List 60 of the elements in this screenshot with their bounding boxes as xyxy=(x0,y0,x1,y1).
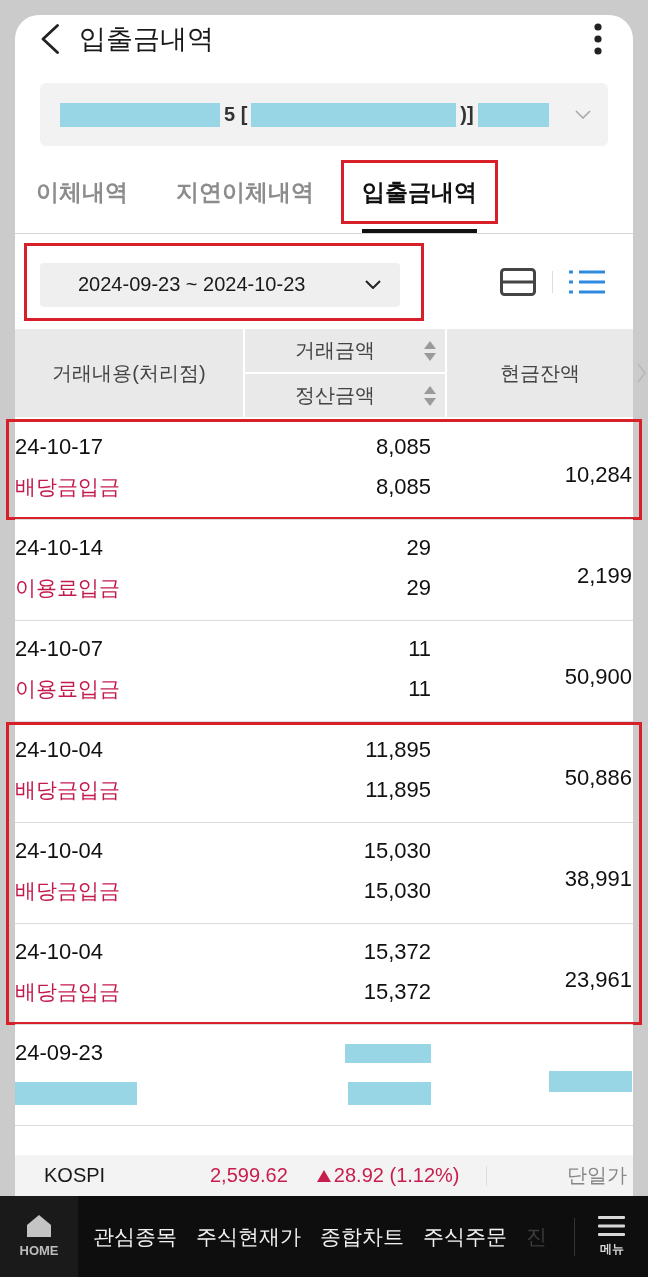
account-selector[interactable]: 5 [ )] xyxy=(40,83,608,146)
menu-icon xyxy=(598,1215,625,1236)
more-icon[interactable] xyxy=(594,23,602,55)
transaction-type: 배당금입금 xyxy=(15,777,121,803)
balance-text: 50,886 xyxy=(564,765,632,791)
split-view-icon[interactable] xyxy=(500,267,536,296)
account-text: )] xyxy=(460,103,474,126)
column-header: 현금잔액 xyxy=(447,329,633,417)
nav-item[interactable]: 관심종목 xyxy=(93,1222,177,1251)
index-change: 28.92 (1.12%) xyxy=(333,1164,460,1187)
transaction-type: 배당금입금 xyxy=(15,474,121,500)
balance-text: 23,961 xyxy=(564,967,632,993)
date-text: 24-09-23 xyxy=(15,1039,105,1067)
date-text: 24-10-04 xyxy=(15,938,105,966)
transaction-type: 이용료입금 xyxy=(15,575,121,601)
amount-text: 11 xyxy=(408,635,431,663)
date-text: 24-10-07 xyxy=(15,635,105,663)
date-text: 24-10-04 xyxy=(15,837,105,865)
nav-item[interactable]: 주식현재가 xyxy=(196,1222,301,1251)
session-text: 단일가 xyxy=(567,1163,627,1188)
settlement-text: 29 xyxy=(406,574,431,602)
settlement-text: 8,085 xyxy=(375,473,431,501)
back-icon[interactable] xyxy=(41,24,59,54)
chevron-down-icon xyxy=(365,280,381,289)
settlement-text: 15,372 xyxy=(363,978,431,1006)
amount-text: 29 xyxy=(406,534,431,562)
menu-button[interactable]: 메뉴 xyxy=(575,1196,648,1277)
list-view-icon[interactable] xyxy=(569,269,605,294)
page-title: 입출금내역 xyxy=(79,23,215,56)
redaction-block xyxy=(477,102,549,127)
date-range-dropdown[interactable]: 2024-09-23 ~ 2024-10-23 xyxy=(40,262,400,307)
balance-text: 2,199 xyxy=(576,563,632,589)
index-value: 2,599.62 xyxy=(210,1164,288,1187)
home-icon xyxy=(27,1215,51,1237)
amount-text: 8,085 xyxy=(375,433,431,461)
home-button[interactable]: HOME xyxy=(0,1196,78,1277)
date-text: 24-10-17 xyxy=(15,433,105,461)
nav-item[interactable]: 주식주문 xyxy=(423,1222,507,1251)
amount-text: 15,372 xyxy=(363,938,431,966)
balance-text: 10,284 xyxy=(564,462,632,488)
settlement-text: 11,895 xyxy=(365,776,431,804)
balance-text: 38,991 xyxy=(564,866,632,892)
account-text: 5 [ xyxy=(224,103,248,126)
amount-text: 11,895 xyxy=(365,736,431,764)
transaction-type: 배당금입금 xyxy=(15,878,121,904)
chevron-down-icon xyxy=(575,110,591,119)
transaction-type: 이용료입금 xyxy=(15,676,121,702)
amount-text: 15,030 xyxy=(363,837,431,865)
market-ticker-bar[interactable]: KOSPI 2,599.62 28.92 (1.12%) 단일가 xyxy=(15,1155,633,1196)
column-header[interactable]: 거래금액 xyxy=(245,329,445,372)
date-text: 24-10-14 xyxy=(15,534,105,562)
balance-text: 50,900 xyxy=(564,664,632,690)
index-name: KOSPI xyxy=(44,1164,107,1187)
date-text: 24-10-04 xyxy=(15,736,105,764)
column-header: 거래내용(처리점) xyxy=(15,329,243,417)
settlement-text: 15,030 xyxy=(363,877,431,905)
column-header[interactable]: 정산금액 xyxy=(245,374,445,417)
nav-item[interactable]: 종합차트 xyxy=(320,1222,404,1251)
transaction-type: 배당금입금 xyxy=(15,979,121,1005)
settlement-text: 11 xyxy=(408,675,431,703)
